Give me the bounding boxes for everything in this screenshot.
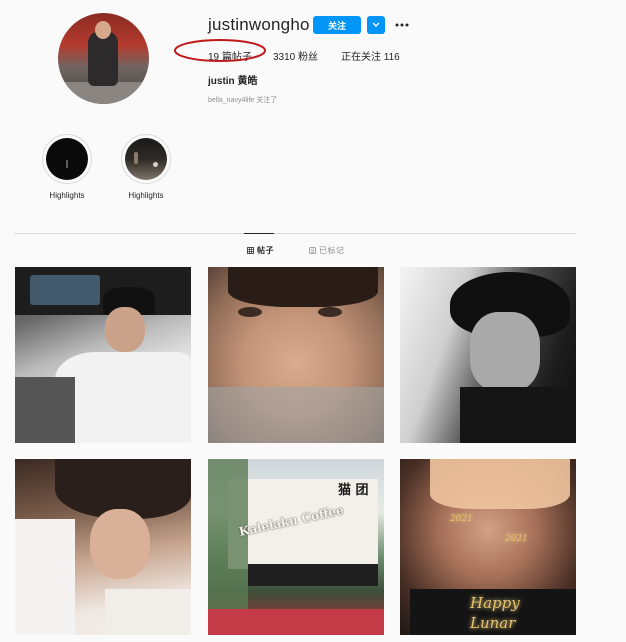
grid-icon — [247, 247, 254, 254]
following-label: 正在关注 — [341, 52, 381, 63]
tab-posts-label: 帖子 — [257, 246, 274, 255]
tab-tagged[interactable]: 已标记 — [309, 245, 345, 256]
highlight-label: Highlights — [49, 191, 85, 200]
avatar-person — [88, 31, 118, 86]
tag-icon — [309, 247, 316, 254]
follow-button[interactable]: 关注 — [313, 16, 361, 34]
followers-count: 3310 — [273, 52, 296, 63]
highlight-item-2[interactable]: Highlights — [116, 134, 176, 200]
followers-count-stat[interactable]: 3310 粉丝 — [273, 48, 318, 63]
avatar-head — [95, 21, 111, 39]
tab-tagged-label: 已标记 — [319, 246, 345, 255]
post6-lunar-text: Lunar — [470, 614, 516, 632]
chevron-down-icon — [372, 22, 380, 27]
profile-username: justinwongho — [208, 15, 310, 34]
profile-avatar[interactable] — [58, 13, 149, 104]
followed-by-text[interactable]: bella_navy4life 关注了 — [208, 95, 277, 105]
highlight-ring — [42, 134, 92, 184]
post-tile-3[interactable] — [400, 267, 576, 443]
post6-year-right: 2021 — [505, 534, 528, 544]
highlight-thumbnail — [125, 138, 167, 180]
highlight-ring — [121, 134, 171, 184]
more-options-button[interactable] — [394, 17, 410, 33]
post-tile-5[interactable]: Kalelaku Coffee 猫 团 — [208, 459, 384, 635]
followers-label: 粉丝 — [298, 52, 319, 63]
post-tile-4[interactable] — [15, 459, 191, 635]
post6-year-left: 2021 — [450, 514, 473, 524]
highlight-item-1[interactable]: Highlights — [37, 134, 97, 200]
suggestions-dropdown-button[interactable] — [367, 16, 385, 34]
tabs-divider — [14, 233, 576, 234]
tab-posts[interactable]: 帖子 — [247, 245, 274, 256]
post5-cn-text: 猫 团 — [338, 483, 369, 498]
post-tile-1[interactable] — [15, 267, 191, 443]
following-count-stat[interactable]: 正在关注 116 — [341, 48, 400, 63]
highlight-label: Highlights — [128, 191, 164, 200]
post6-happy-text: Happy — [470, 594, 520, 612]
more-dots-icon — [395, 23, 409, 27]
profile-full-name: justin 黄皓 — [208, 76, 258, 87]
highlight-thumbnail — [46, 138, 88, 180]
active-tab-indicator — [244, 233, 274, 234]
post-tile-2[interactable] — [208, 267, 384, 443]
following-count: 116 — [383, 52, 400, 63]
post-tile-6[interactable]: 2021 2021 Happy Lunar — [400, 459, 576, 635]
annotation-red-circle — [174, 39, 266, 62]
